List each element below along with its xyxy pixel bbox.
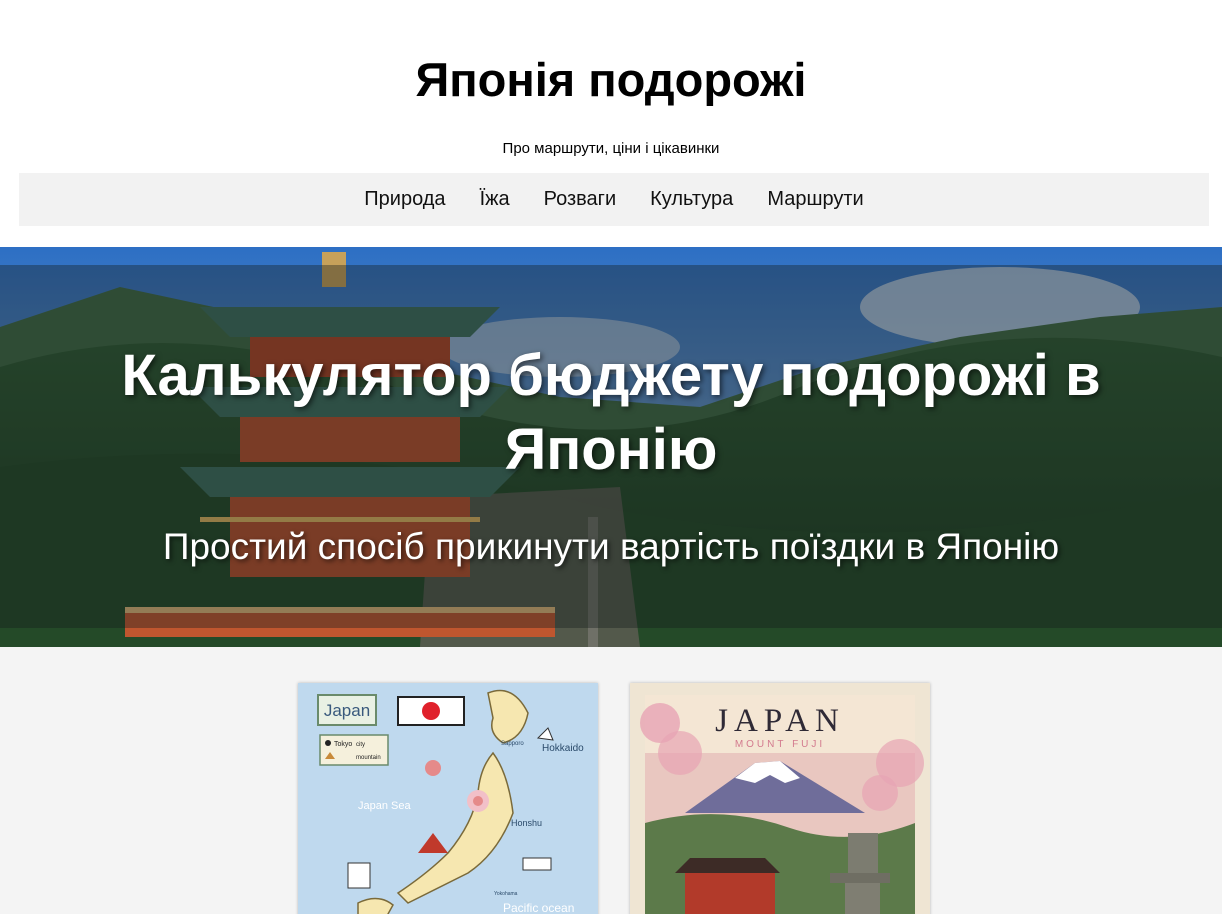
nav-item-culture[interactable]: Культура	[650, 188, 733, 211]
card-mount-fuji-poster[interactable]: JAPAN MOUNT FUJI	[630, 683, 930, 914]
nav-item-routes[interactable]: Маршрути	[767, 188, 863, 211]
site-tagline: Про маршрути, ціни і цікавинки	[502, 140, 720, 157]
island-label-honshu: Honshu	[511, 818, 542, 828]
main-nav: Природа Їжа Розваги Культура Маршрути	[19, 173, 1209, 226]
japan-map-illustration: Japan Tokyo city mountain Hokkaido Sappo…	[298, 683, 598, 914]
city-label-sapporo: Sapporo	[501, 741, 524, 747]
legend-city-text: Tokyo	[334, 741, 352, 748]
city-label-yokohama: Yokohama	[494, 891, 518, 897]
poster-subtitle: MOUNT FUJI	[735, 739, 825, 750]
hero-banner: Калькулятор бюджету подорожі в Японію Пр…	[0, 247, 1222, 647]
cards-area: Japan Tokyo city mountain Hokkaido Sappo…	[0, 647, 1222, 914]
nav-item-entertainment[interactable]: Розваги	[544, 188, 617, 211]
nav-item-nature[interactable]: Природа	[364, 188, 445, 211]
island-label-hokkaido: Hokkaido	[542, 743, 584, 754]
map-title-text: Japan	[324, 701, 370, 720]
mount-fuji-poster: JAPAN MOUNT FUJI	[630, 683, 930, 914]
nav-item-food[interactable]: Їжа	[480, 188, 510, 211]
legend-mountain-note: mountain	[356, 755, 381, 761]
site-title[interactable]: Японія подорожі	[0, 50, 1222, 110]
card-japan-map[interactable]: Japan Tokyo city mountain Hokkaido Sappo…	[298, 683, 598, 914]
poster-title: JAPAN	[715, 703, 845, 739]
sea-label: Japan Sea	[358, 800, 411, 812]
hero-subtitle: Простий спосіб прикинути вартість поїздк…	[162, 526, 1060, 567]
legend-city-note: city	[356, 742, 365, 748]
site-header: Японія подорожі Про маршрути, ціни і цік…	[0, 0, 1222, 247]
ocean-label: Pacific ocean	[503, 901, 574, 914]
hero-title: Калькулятор бюджету подорожі в Японію	[121, 343, 1101, 482]
